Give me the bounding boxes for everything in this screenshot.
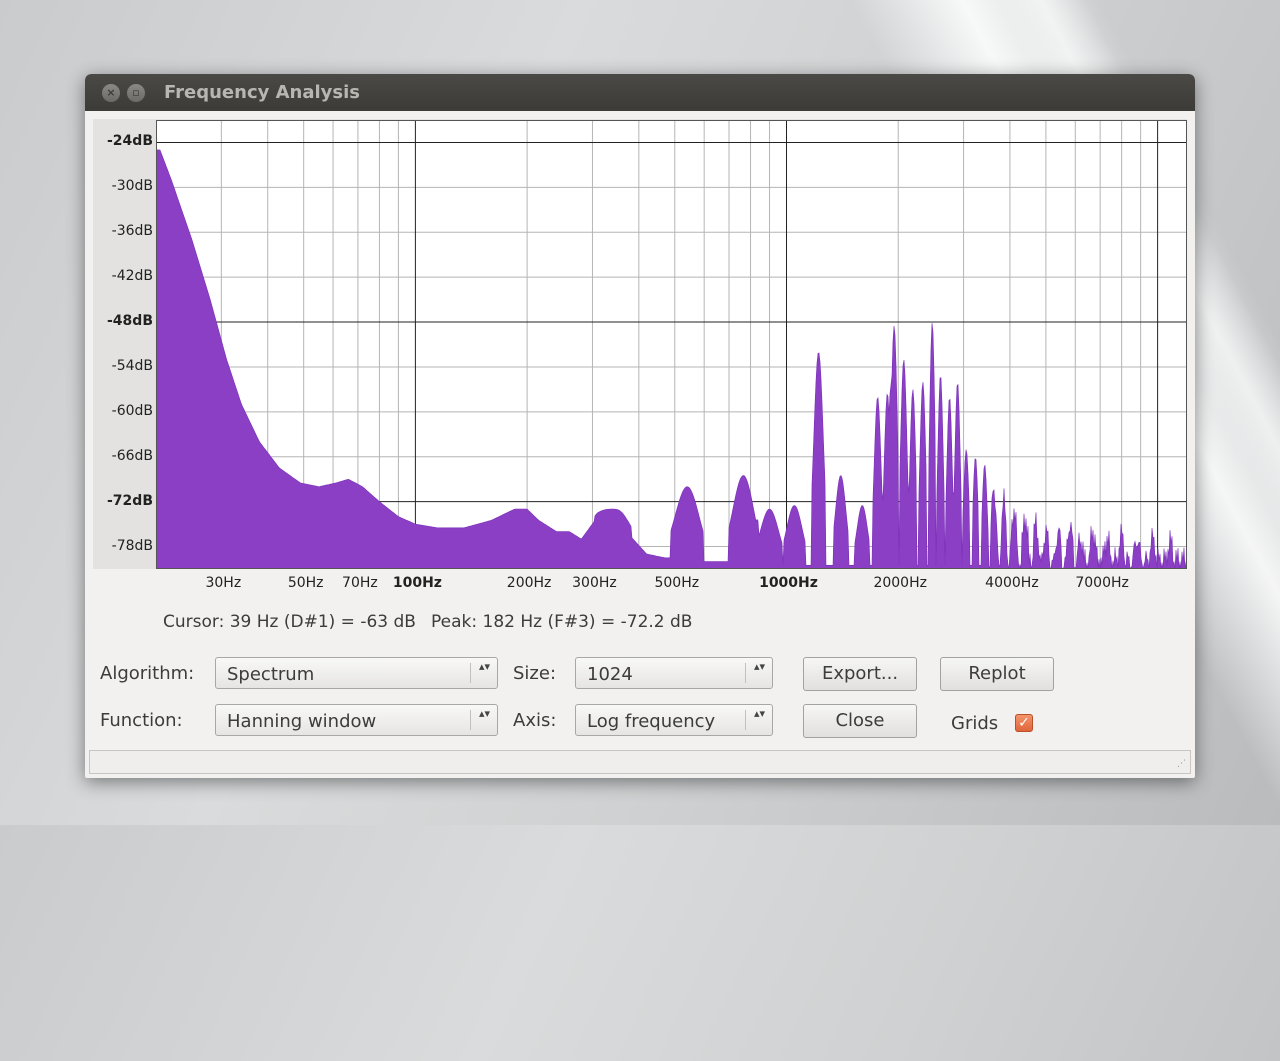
- axis-combo[interactable]: Log frequency ▴▾: [575, 704, 773, 736]
- title-bar[interactable]: × ▫ Frequency Analysis: [85, 74, 1195, 111]
- algorithm-value: Spectrum: [227, 664, 315, 685]
- y-tick-label: -48dB: [107, 313, 153, 330]
- x-tick-label: 1000Hz: [759, 575, 818, 591]
- x-tick-label: 30Hz: [205, 575, 242, 591]
- combo-arrows-icon: ▴▾: [478, 707, 490, 720]
- y-tick-label: -72dB: [107, 492, 153, 509]
- y-tick-label: -36dB: [111, 223, 153, 240]
- peak-readout: Peak: 182 Hz (F#3) = -72.2 dB: [431, 612, 693, 632]
- axis-value: Log frequency: [587, 711, 716, 732]
- y-tick-label: -78dB: [111, 537, 153, 554]
- x-tick-label: 50Hz: [287, 575, 324, 591]
- y-tick-label: -54dB: [111, 357, 153, 374]
- size-combo[interactable]: 1024 ▴▾: [575, 657, 773, 689]
- size-label: Size:: [513, 663, 557, 684]
- x-tick-label: 300Hz: [572, 575, 617, 591]
- window-title: Frequency Analysis: [164, 82, 361, 103]
- cursor-readout: Cursor: 39 Hz (D#1) = -63 dB: [163, 612, 416, 632]
- resize-grip-icon[interactable]: ⋰: [1177, 759, 1186, 769]
- y-tick-label: -60dB: [111, 402, 153, 419]
- combo-arrows-icon: ▴▾: [478, 660, 490, 673]
- x-tick-label: 500Hz: [654, 575, 700, 591]
- combo-arrows-icon: ▴▾: [753, 707, 765, 720]
- combo-separator: [745, 663, 746, 683]
- algorithm-label: Algorithm:: [100, 663, 195, 684]
- x-tick-label: 200Hz: [506, 575, 552, 591]
- replot-button[interactable]: Replot: [940, 657, 1054, 691]
- x-tick-label: 4000Hz: [985, 575, 1039, 591]
- combo-separator: [470, 663, 471, 683]
- x-tick-label: 7000Hz: [1075, 575, 1129, 591]
- close-button[interactable]: Close: [803, 704, 917, 738]
- frequency-analysis-window: × ▫ Frequency Analysis -24dB -30dB -36dB -4…: [85, 74, 1195, 778]
- status-bar: ⋰: [89, 750, 1191, 774]
- combo-separator: [745, 710, 746, 730]
- combo-arrows-icon: ▴▾: [753, 660, 765, 673]
- grids-checkbox[interactable]: ✓: [1015, 714, 1033, 732]
- function-label: Function:: [100, 710, 183, 731]
- minimize-window-icon[interactable]: ▫: [127, 84, 145, 102]
- y-tick-label: -24dB: [107, 133, 153, 150]
- algorithm-combo[interactable]: Spectrum ▴▾: [215, 657, 498, 689]
- size-value: 1024: [587, 664, 633, 685]
- grids-label: Grids: [951, 713, 999, 734]
- x-tick-label: 2000Hz: [873, 575, 927, 591]
- spectrum-plot[interactable]: [156, 120, 1187, 569]
- function-value: Hanning window: [227, 711, 377, 732]
- x-tick-label: 70Hz: [342, 575, 378, 591]
- close-window-icon[interactable]: ×: [102, 84, 120, 102]
- y-tick-label: -30dB: [111, 178, 153, 195]
- y-tick-label: -42dB: [111, 268, 153, 285]
- y-tick-label: -66dB: [111, 447, 153, 464]
- export-button[interactable]: Export...: [803, 657, 917, 691]
- x-tick-label: 100Hz: [392, 575, 442, 591]
- axis-label: Axis:: [513, 710, 557, 731]
- combo-separator: [470, 710, 471, 730]
- function-combo[interactable]: Hanning window ▴▾: [215, 704, 498, 736]
